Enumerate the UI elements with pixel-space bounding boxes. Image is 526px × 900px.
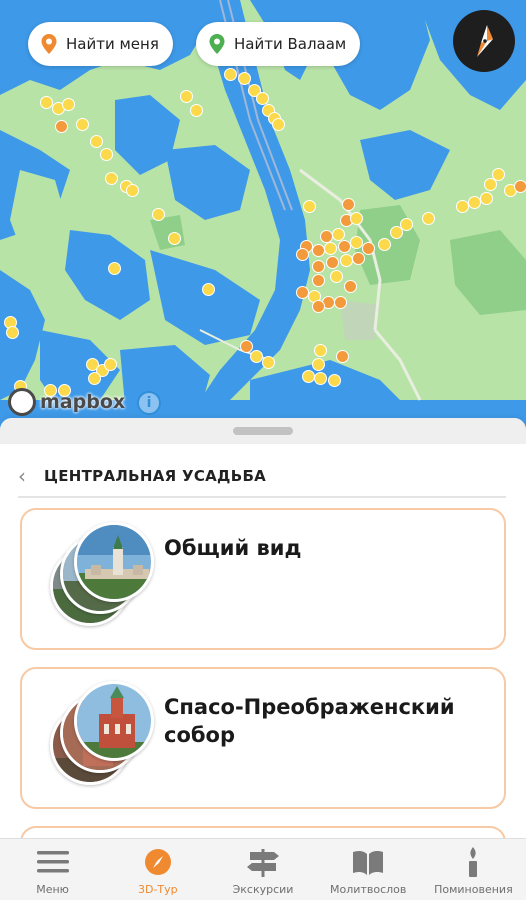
thumbnail-image (74, 522, 154, 602)
place-marker[interactable] (312, 244, 325, 257)
place-marker[interactable] (350, 212, 363, 225)
place-marker[interactable] (152, 208, 165, 221)
place-marker[interactable] (296, 248, 309, 261)
place-marker[interactable] (378, 238, 391, 251)
location-pin-icon (209, 34, 225, 54)
nav-item-3d-tour[interactable]: 3D-Тур (105, 839, 210, 900)
place-marker[interactable] (108, 262, 121, 275)
nav-label: Экскурсии (232, 883, 294, 896)
section-title: ЦЕНТРАЛЬНАЯ УСАДЬБА (44, 467, 267, 485)
find-valaam-label: Найти Валаам (234, 35, 347, 53)
place-marker[interactable] (6, 326, 19, 339)
card-title: Спасо-Преображенский собор (164, 695, 455, 747)
place-marker[interactable] (88, 372, 101, 385)
drag-handle[interactable] (233, 427, 293, 435)
bottom-sheet: ‹ ЦЕНТРАЛЬНАЯ УСАДЬБА Общий вид Спасо-Пр… (0, 418, 526, 846)
place-marker[interactable] (352, 252, 365, 265)
nav-label: Молитвослов (330, 883, 407, 896)
chevron-left-icon[interactable]: ‹ (18, 466, 44, 486)
nav-label: Меню (36, 883, 69, 896)
nav-label: 3D-Тур (137, 883, 178, 896)
place-marker[interactable] (312, 358, 325, 371)
card-title: Общий вид (164, 536, 302, 560)
mapbox-logo: mapbox (8, 388, 125, 416)
place-marker[interactable] (400, 218, 413, 231)
place-marker[interactable] (362, 242, 375, 255)
tour-card[interactable]: Общий вид (20, 508, 506, 650)
place-marker[interactable] (202, 283, 215, 296)
find-me-button[interactable]: Найти меня (28, 22, 173, 66)
place-marker[interactable] (100, 148, 113, 161)
place-marker[interactable] (168, 232, 181, 245)
place-marker[interactable] (334, 296, 347, 309)
place-marker[interactable] (76, 118, 89, 131)
book-icon (351, 847, 385, 877)
place-marker[interactable] (336, 350, 349, 363)
place-marker[interactable] (422, 212, 435, 225)
place-marker[interactable] (340, 254, 353, 267)
nav-item-excursions[interactable]: Экскурсии (210, 839, 315, 900)
place-marker[interactable] (314, 344, 327, 357)
thumbnail-image (74, 681, 154, 761)
place-marker[interactable] (342, 198, 355, 211)
map-view[interactable]: Найти меня Найти Валаам mapbox i (0, 0, 526, 430)
place-marker[interactable] (224, 68, 237, 81)
place-marker[interactable] (180, 90, 193, 103)
signpost-icon (246, 847, 280, 877)
tour-card[interactable]: Спасо-Преображенский собор (20, 667, 506, 809)
nav-item-prayer-book[interactable]: Молитвослов (316, 839, 421, 900)
hamburger-icon (36, 847, 70, 877)
place-marker[interactable] (326, 256, 339, 269)
find-me-label: Найти меня (66, 35, 159, 53)
place-marker[interactable] (90, 135, 103, 148)
place-marker[interactable] (492, 168, 505, 181)
candle-icon (456, 847, 490, 877)
place-marker[interactable] (238, 72, 251, 85)
mapbox-attribution: mapbox (40, 391, 126, 413)
place-marker[interactable] (105, 172, 118, 185)
mapbox-logo-icon (8, 388, 36, 416)
nav-item-menu[interactable]: Меню (0, 839, 105, 900)
place-marker[interactable] (514, 180, 526, 193)
place-marker[interactable] (314, 372, 327, 385)
card-thumbnail-stack (48, 520, 158, 630)
find-valaam-button[interactable]: Найти Валаам (196, 22, 361, 66)
place-marker[interactable] (324, 242, 337, 255)
place-marker[interactable] (104, 358, 117, 371)
place-marker[interactable] (190, 104, 203, 117)
place-marker[interactable] (62, 98, 75, 111)
place-marker[interactable] (312, 274, 325, 287)
place-marker[interactable] (55, 120, 68, 133)
place-marker[interactable] (312, 300, 325, 313)
place-marker[interactable] (303, 200, 316, 213)
place-marker[interactable] (312, 260, 325, 273)
compass-icon (477, 25, 493, 57)
location-pin-icon (41, 34, 57, 54)
section-header[interactable]: ‹ ЦЕНТРАЛЬНАЯ УСАДЬБА (18, 456, 506, 498)
compass-icon (141, 847, 175, 877)
sheet-drag-area[interactable] (0, 418, 526, 444)
info-icon[interactable]: i (137, 391, 161, 415)
place-marker[interactable] (126, 184, 139, 197)
bottom-navigation: Меню 3D-Тур Экскурсии Молитвослов Помино… (0, 838, 526, 900)
place-marker[interactable] (262, 356, 275, 369)
nav-item-commemorations[interactable]: Поминовения (421, 839, 526, 900)
place-marker[interactable] (302, 370, 315, 383)
place-marker[interactable] (328, 374, 341, 387)
nav-label: Поминовения (434, 883, 513, 896)
compass-button[interactable] (453, 10, 515, 72)
card-thumbnail-stack (48, 679, 158, 789)
place-marker[interactable] (272, 118, 285, 131)
place-marker[interactable] (330, 270, 343, 283)
place-marker[interactable] (480, 192, 493, 205)
place-marker[interactable] (344, 280, 357, 293)
